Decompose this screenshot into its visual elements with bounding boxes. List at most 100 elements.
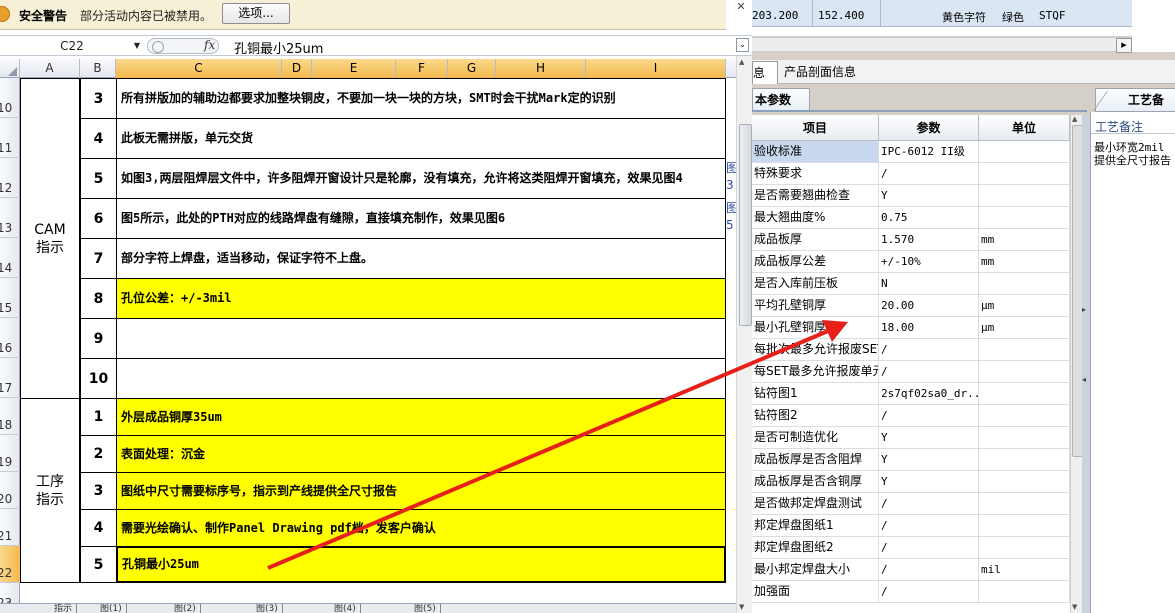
scroll-right-icon[interactable]: ▶ [1116, 38, 1132, 53]
item-text[interactable]: 图5所示，此处的PTH对应的线路焊盘有缝隙，直接填充制作，效果见图6 [116, 198, 726, 239]
params-cell-item[interactable]: 加强面 [752, 581, 879, 602]
params-cell-item[interactable]: 最大翘曲度% [752, 207, 879, 228]
params-cell-item[interactable]: 是否入库前压板 [752, 273, 879, 294]
item-number[interactable]: 3 [80, 472, 117, 510]
item-number[interactable]: 5 [80, 546, 117, 583]
sheet-tab[interactable]: 图(2) [170, 604, 201, 613]
item-text[interactable] [116, 358, 726, 399]
item-text[interactable]: 孔位公差：+/-3mil [116, 278, 726, 319]
params-cell-item[interactable]: 钻符图2 [752, 405, 879, 426]
item-number[interactable]: 10 [80, 358, 117, 399]
params-cell-value[interactable]: 20.00 [879, 295, 979, 316]
params-cell-value[interactable]: Y [879, 185, 979, 206]
params-cell-unit[interactable] [979, 207, 1070, 228]
function-icon[interactable]: fx [204, 38, 215, 52]
top-grid-row[interactable]: 203.200 152.400 黄色字符 绿色 STQF [752, 0, 1132, 27]
params-header-value[interactable]: 参数 [879, 115, 979, 141]
params-row[interactable]: 每批次最多允许报废SET / [752, 339, 1070, 361]
params-cell-unit[interactable] [979, 383, 1070, 404]
params-row[interactable]: 是否需要翘曲检查 Y [752, 185, 1070, 207]
chevron-left-icon[interactable]: ◂ [1082, 375, 1086, 384]
params-cell-item[interactable]: 邦定焊盘图纸1 [752, 515, 879, 536]
params-row[interactable]: 最小孔壁铜厚 18.00 μm [752, 317, 1070, 339]
params-cell-item[interactable]: 邦定焊盘图纸2 [752, 537, 879, 558]
sheet-tab[interactable]: 指示 [50, 604, 78, 613]
sheet-tab[interactable]: 图(1) [96, 604, 127, 613]
chevron-right-icon[interactable]: ▸ [1082, 305, 1086, 314]
column-header-h[interactable]: H [496, 59, 586, 78]
row-header[interactable]: 21 [0, 509, 20, 546]
selected-cell-c22[interactable]: 孔铜最小25um [116, 546, 726, 583]
horizontal-scrollbar[interactable]: ▶ [752, 37, 1132, 53]
row-header[interactable]: 12 [0, 158, 20, 198]
params-row[interactable]: 成品板厚是否含铜厚 Y [752, 471, 1070, 493]
params-cell-value[interactable]: / [879, 163, 979, 184]
scrollbar-thumb[interactable] [739, 124, 752, 326]
item-text[interactable] [116, 318, 726, 359]
params-cell-value[interactable]: IPC-6012 II级 [879, 141, 979, 162]
params-cell-unit[interactable] [979, 163, 1070, 184]
params-row[interactable]: 每SET最多允许报废单元 / [752, 361, 1070, 383]
row-header[interactable]: 13 [0, 198, 20, 238]
params-cell-unit[interactable] [979, 273, 1070, 294]
params-cell-value[interactable]: Y [879, 471, 979, 492]
sheet-tab[interactable]: 图(5) [410, 604, 441, 613]
item-number[interactable]: 5 [80, 158, 117, 199]
params-cell-unit[interactable] [979, 515, 1070, 536]
params-row[interactable]: 邦定焊盘图纸2/ [752, 537, 1070, 559]
section-cam-cell[interactable]: CAM 指示 [20, 78, 80, 399]
item-number[interactable]: 4 [80, 118, 117, 159]
cancel-circle-icon[interactable] [152, 41, 164, 53]
item-text[interactable]: 图纸中尺寸需要标序号，指示到产线提供全尺寸报告 [116, 472, 726, 510]
row-header[interactable]: 16 [0, 318, 20, 358]
column-header-d[interactable]: D [282, 59, 312, 78]
chevron-down-icon[interactable]: ▼ [134, 37, 140, 55]
params-row[interactable]: 钻符图1 2s7qf02sa0_dr... [752, 383, 1070, 405]
params-cell-value[interactable]: 2s7qf02sa0_dr... [879, 383, 979, 404]
params-row[interactable]: 加强面 / [752, 581, 1070, 603]
row-header[interactable]: 15 [0, 278, 20, 318]
formula-input[interactable]: 孔铜最小25um [234, 38, 323, 57]
vertical-scrollbar[interactable]: ▲ ▼ [736, 56, 752, 613]
sheet-tab[interactable]: 图(3) [252, 604, 283, 613]
formula-tools[interactable]: fx [147, 38, 219, 54]
params-row[interactable]: 是否做邦定焊盘测试 / [752, 493, 1070, 515]
row-header[interactable]: 14 [0, 238, 20, 278]
params-cell-item[interactable]: 每SET最多允许报废单元 [752, 361, 879, 382]
params-cell-value[interactable]: / [879, 405, 979, 426]
params-cell-value[interactable]: Y [879, 449, 979, 470]
params-cell-unit[interactable] [979, 361, 1070, 382]
params-cell-value[interactable]: 18.00 [879, 317, 979, 338]
params-cell-item[interactable]: 成品板厚公差 [752, 251, 879, 272]
item-text[interactable]: 需要光绘确认、制作Panel Drawing pdf档，发客户确认 [116, 509, 726, 547]
params-cell-item[interactable]: 成品板厚是否含铜厚 [752, 471, 879, 492]
row-header[interactable]: 18 [0, 398, 20, 435]
params-cell-item[interactable]: 钻符图1 [752, 383, 879, 404]
row-header-selected[interactable]: 22 [0, 546, 20, 583]
item-text[interactable]: 表面处理：沉金 [116, 435, 726, 473]
params-row[interactable]: 成品板厚 1.570 mm [752, 229, 1070, 251]
tab-info[interactable]: 息 [752, 61, 778, 84]
column-header-g[interactable]: G [448, 59, 496, 78]
item-number[interactable]: 3 [80, 78, 117, 119]
params-row[interactable]: 最大翘曲度% 0.75 [752, 207, 1070, 229]
params-cell-item[interactable]: 成品板厚 [752, 229, 879, 250]
params-cell-unit[interactable]: μm [979, 317, 1070, 338]
params-cell-unit[interactable]: mil [979, 559, 1070, 580]
params-scrollbar[interactable]: ▲ ▼ [1070, 115, 1083, 613]
params-row[interactable]: 最小邦定焊盘大小 / mil [752, 559, 1070, 581]
item-number[interactable]: 8 [80, 278, 117, 319]
close-icon[interactable]: ✕ [732, 0, 750, 16]
params-cell-unit[interactable] [979, 339, 1070, 360]
params-cell-unit[interactable] [979, 141, 1070, 162]
row-header[interactable]: 20 [0, 472, 20, 509]
image-link[interactable]: 图3 [726, 160, 736, 196]
params-cell-item[interactable]: 是否可制造优化 [752, 427, 879, 448]
params-cell-item[interactable]: 是否需要翘曲检查 [752, 185, 879, 206]
params-cell-unit[interactable] [979, 427, 1070, 448]
options-button[interactable]: 选项... [222, 3, 290, 24]
params-cell-unit[interactable]: μm [979, 295, 1070, 316]
params-cell-value[interactable]: / [879, 339, 979, 360]
row-header[interactable]: 11 [0, 118, 20, 158]
row-header[interactable]: 17 [0, 358, 20, 398]
